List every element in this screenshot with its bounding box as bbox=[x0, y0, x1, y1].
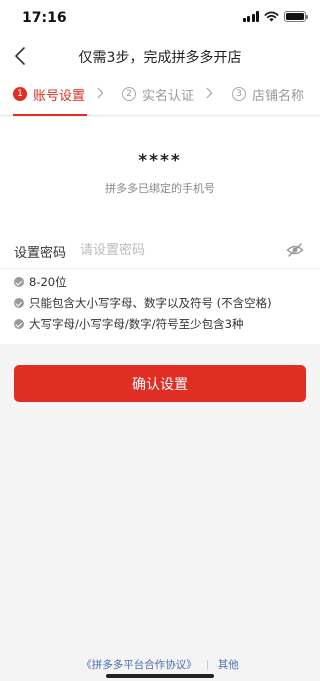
step-label: 店铺名称 bbox=[252, 88, 305, 104]
rule-text: 大写字母/小写字母/数字/符号至少包含3种 bbox=[29, 317, 244, 331]
rule-text: 只能包含大小写字母、数字以及符号 (不含空格) bbox=[29, 296, 272, 310]
battery-icon bbox=[284, 11, 308, 22]
step-account-settings: 1 账号设置 bbox=[13, 84, 85, 104]
footer-divider bbox=[206, 659, 208, 670]
password-rules: 8-20位 只能包含大小写字母、数字以及符号 (不含空格) 大写字母/小写字母/… bbox=[14, 272, 272, 335]
agreement-link[interactable]: 《拼多多平台合作协议》 bbox=[81, 657, 197, 672]
page-title: 仅需3步，完成拼多多开店 bbox=[78, 50, 242, 66]
check-circle-icon bbox=[14, 277, 24, 287]
step-label: 账号设置 bbox=[33, 88, 86, 104]
step-number: 2 bbox=[122, 87, 136, 101]
chevron-right-icon bbox=[97, 87, 104, 99]
phone-hint: 拼多多已绑定的手机号 bbox=[105, 182, 215, 195]
chevron-right-icon bbox=[206, 87, 213, 99]
rule-item: 大写字母/小写字母/数字/符号至少包含3种 bbox=[14, 314, 272, 334]
signal-icon bbox=[242, 11, 259, 22]
status-bar: 17:16 bbox=[0, 0, 320, 36]
active-step-underline bbox=[13, 114, 87, 116]
other-link[interactable]: 其他 bbox=[218, 657, 239, 672]
nav-bar: 仅需3步，完成拼多多开店 bbox=[0, 36, 320, 76]
status-icons bbox=[242, 11, 308, 22]
password-label: 设置密码 bbox=[14, 246, 67, 261]
step-number: 1 bbox=[13, 87, 27, 101]
check-circle-icon bbox=[14, 298, 24, 308]
wifi-icon bbox=[264, 11, 279, 22]
rule-item: 8-20位 bbox=[14, 272, 272, 292]
eye-off-icon[interactable] bbox=[286, 242, 304, 258]
step-indicator: 1 账号设置 2 实名认证 3 店铺名称 bbox=[0, 76, 320, 116]
rule-item: 只能包含大小写字母、数字以及符号 (不含空格) bbox=[14, 293, 272, 313]
account-form: **** 拼多多已绑定的手机号 设置密码 8-20位 只能包含大小写字母、数字以… bbox=[0, 117, 320, 344]
footer: 《拼多多平台合作协议》 其他 bbox=[0, 657, 320, 672]
check-circle-icon bbox=[14, 319, 24, 329]
confirm-button[interactable]: 确认设置 bbox=[14, 365, 306, 402]
phone-number-masked: **** bbox=[138, 151, 182, 171]
status-time: 17:16 bbox=[22, 10, 67, 26]
password-row: 设置密码 bbox=[0, 233, 320, 269]
step-store-name: 3 店铺名称 bbox=[232, 84, 304, 104]
step-label: 实名认证 bbox=[142, 88, 195, 104]
step-real-name: 2 实名认证 bbox=[122, 84, 194, 104]
step-number: 3 bbox=[232, 87, 246, 101]
home-indicator bbox=[106, 674, 214, 678]
rule-text: 8-20位 bbox=[29, 275, 67, 289]
password-input[interactable] bbox=[80, 238, 270, 262]
